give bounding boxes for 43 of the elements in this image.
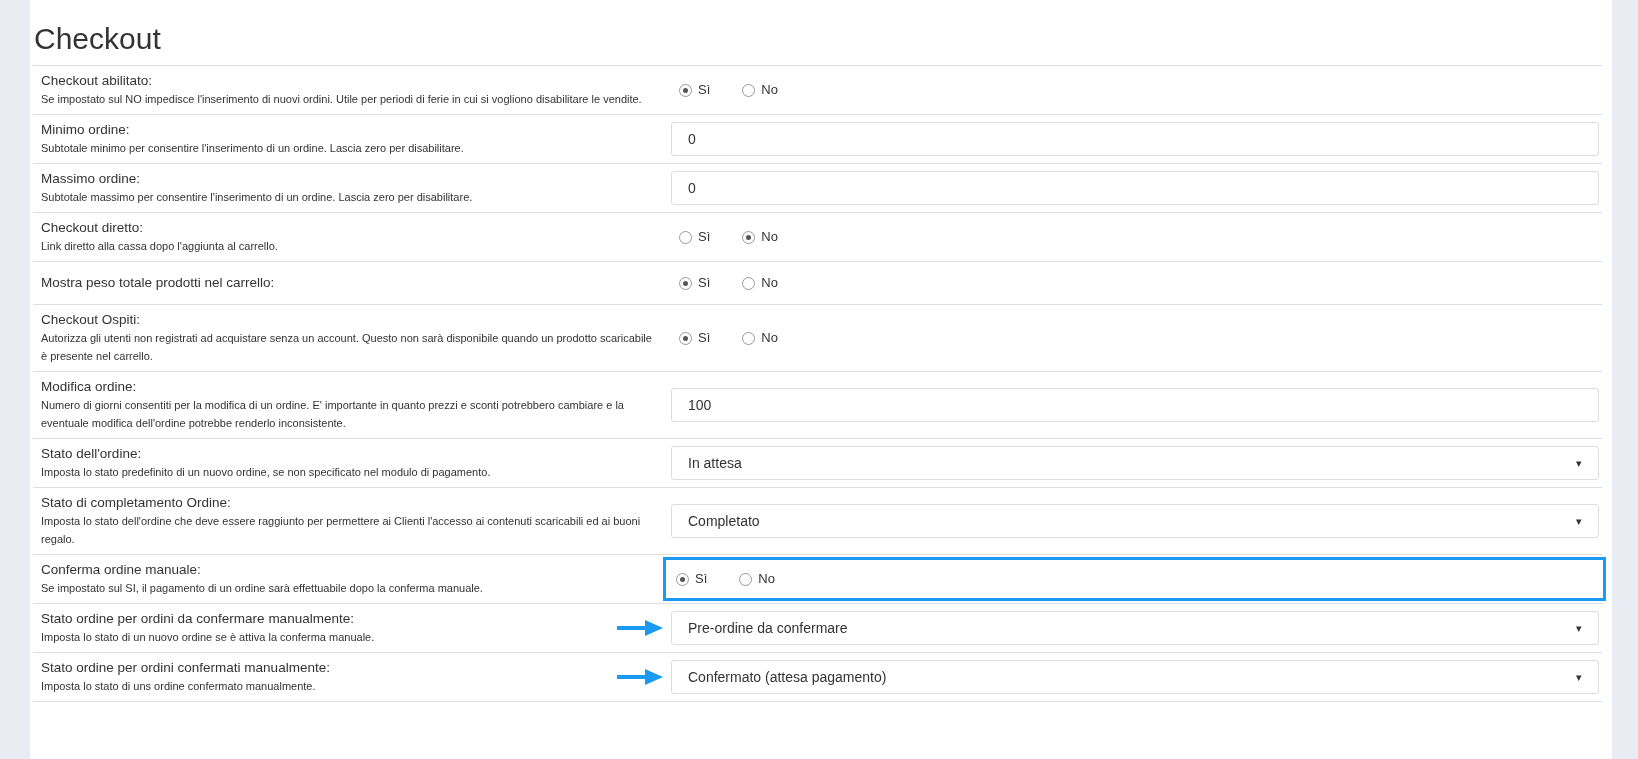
dropdown[interactable]: In attesa ▾ (671, 446, 1599, 480)
setting-label: Massimo ordine: (41, 170, 142, 188)
setting-description: Imposta lo stato predefinito di un nuovo ordine, se non specificato nel modulo di pagamento. (41, 465, 492, 480)
page-title: Checkout (33, 21, 162, 57)
radio-option[interactable]: No (742, 227, 778, 247)
dropdown[interactable]: Confermato (attesa pagamento) ▾ (671, 660, 1599, 694)
setting-description: Link diretto alla cassa dopo l'aggiunta al carrello. (41, 239, 279, 254)
radio-option[interactable]: No (742, 80, 778, 100)
setting-description: Imposta lo stato di uns ordine confermato manualmente. (41, 679, 317, 694)
radio-option[interactable]: Sì (676, 569, 708, 589)
setting-description: Se impostato sul SI, il pagamento di un ordine sarà effettuabile dopo la conferma manuale. (41, 581, 484, 596)
radio-option[interactable]: Sì (679, 80, 711, 100)
setting-description: Autorizza gli utenti non registrati ad acquistare senza un account. Questo non sarà disponibile quando un prodotto scaricabile è presente nel carrello. (41, 331, 653, 364)
input-field[interactable]: 100 (671, 388, 1599, 422)
setting-label: Checkout abilitato: (41, 72, 154, 90)
setting-description: Subtotale minimo per consentire l'inserimento di un ordine. Lascia zero per disabilitare. (41, 141, 465, 156)
input-field[interactable]: 0 (671, 122, 1599, 156)
setting-description: Numero di giorni consentiti per la modifica di un ordine. E' importante in quanto prezzi e sconti potrebbero cambiare e la eventuale modifica dell'ordine potrebbe renderlo inconsistente. (41, 398, 625, 431)
radio-option[interactable]: Sì (679, 227, 711, 247)
radio-option[interactable]: No (742, 328, 778, 348)
arrow-icon (617, 669, 663, 685)
setting-description: Se impostato sul NO impedisce l'inserimento di nuovi ordini. Utile per periodi di ferie in cui si vogliono disabilitare le vendite. (41, 92, 643, 107)
radio-option[interactable]: No (739, 569, 775, 589)
setting-description: Imposta lo stato dell'ordine che deve essere raggiunto per permettere ai Clienti l'accesso ai contenuti scaricabili ed ai buoni regalo. (41, 514, 642, 547)
setting-label: Mostra peso totale prodotti nel carrello: (41, 274, 276, 292)
setting-label: Conferma ordine manuale: (41, 561, 202, 579)
radio-option[interactable]: Sì (679, 273, 711, 293)
input-field[interactable]: 0 (671, 171, 1599, 205)
setting-label: Checkout Ospiti: (41, 311, 142, 329)
arrow-icon (617, 620, 663, 636)
setting-label: Stato dell'ordine: (41, 445, 143, 463)
setting-description: Subtotale massimo per consentire l'inserimento di un ordine. Lascia zero per disabilitare. (41, 190, 474, 205)
dropdown[interactable]: Completato ▾ (671, 504, 1599, 538)
setting-label: Minimo ordine: (41, 121, 131, 139)
setting-label: Modifica ordine: (41, 378, 138, 396)
radio-option[interactable]: Sì (679, 328, 711, 348)
radio-option[interactable]: No (742, 273, 778, 293)
setting-description: Imposta lo stato di un nuovo ordine se è attiva la conferma manuale. (41, 630, 376, 645)
setting-label: Checkout diretto: (41, 219, 145, 237)
setting-label: Stato ordine per ordini da confermare manualmente: (41, 610, 355, 628)
dropdown[interactable]: Pre-ordine da confermare ▾ (671, 611, 1599, 645)
setting-label: Stato di completamento Ordine: (41, 494, 232, 512)
setting-label: Stato ordine per ordini confermati manualmente: (41, 659, 331, 677)
